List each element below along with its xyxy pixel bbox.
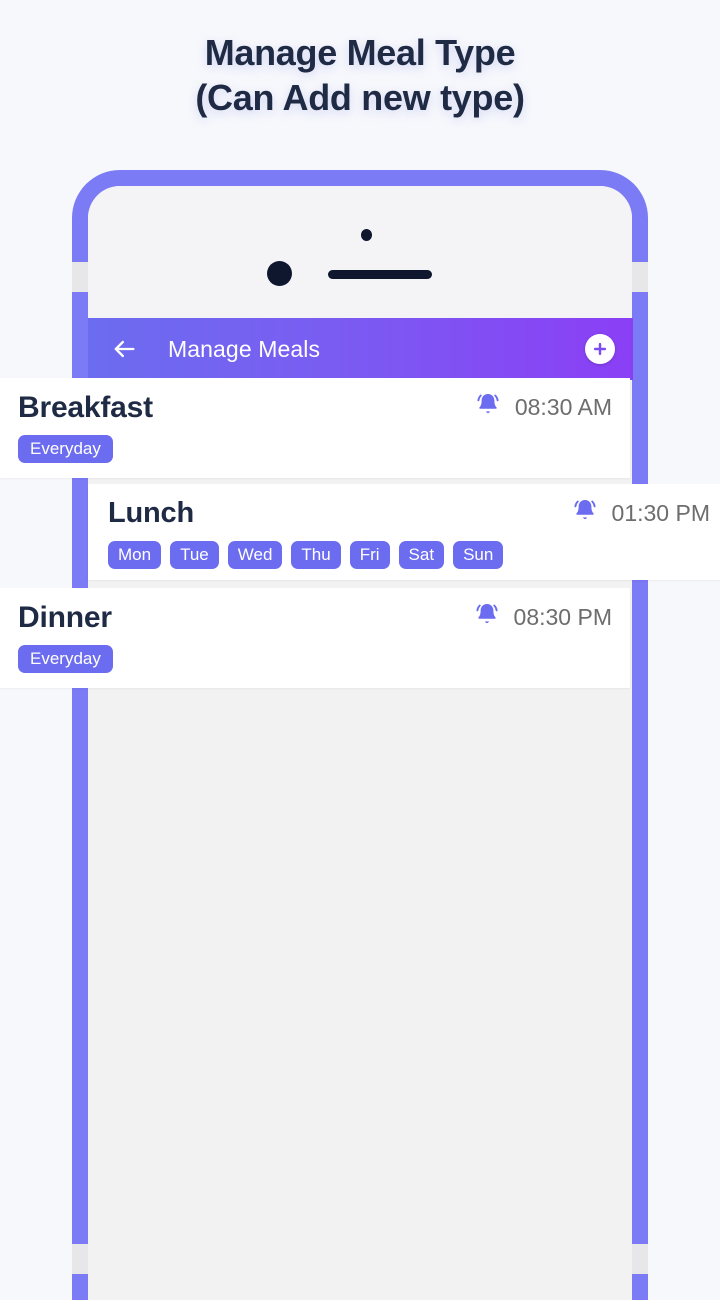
frame-button-notch-left-top	[72, 262, 88, 292]
schedule-chip-mon[interactable]: Mon	[108, 541, 162, 569]
phone-top-bezel	[88, 186, 632, 318]
meal-time-group: 08:30 PM	[472, 600, 612, 635]
app-bar-title: Manage Meals	[168, 335, 321, 362]
meal-time: 08:30 AM	[514, 394, 612, 420]
meal-card-dinner[interactable]: Dinner 08:30 PM Everyday	[0, 588, 630, 688]
frame-button-notch-left-bottom	[72, 1244, 88, 1274]
add-meal-button[interactable]	[585, 334, 615, 364]
bell-icon	[473, 390, 503, 425]
meal-schedule-chips: Mon Tue Wed Thu Fri Sat Sun	[108, 541, 710, 569]
bell-icon	[472, 600, 502, 635]
schedule-chip-fri[interactable]: Fri	[349, 541, 390, 569]
sensor-dot-icon	[361, 229, 372, 241]
meal-time-group: 01:30 PM	[570, 496, 710, 531]
meal-time: 01:30 PM	[611, 500, 710, 526]
speaker-bar-icon	[328, 270, 432, 279]
schedule-chip-tue[interactable]: Tue	[170, 541, 219, 569]
schedule-chip[interactable]: Everyday	[18, 645, 113, 673]
meal-schedule-chips: Everyday	[18, 645, 612, 673]
schedule-chip-sun[interactable]: Sun	[453, 541, 504, 569]
meal-card-breakfast[interactable]: Breakfast 08:30 AM Everyday	[0, 378, 630, 478]
meal-name: Lunch	[108, 497, 194, 529]
page-title: Manage Meal Type (Can Add new type)	[0, 30, 720, 120]
schedule-chip-wed[interactable]: Wed	[227, 541, 283, 569]
meal-schedule-chips: Everyday	[18, 435, 612, 463]
schedule-chip-thu[interactable]: Thu	[291, 541, 341, 569]
arrow-left-icon[interactable]	[110, 335, 138, 363]
meal-card-header: Breakfast 08:30 AM	[18, 390, 612, 425]
bell-icon	[570, 496, 600, 531]
meal-time-group: 08:30 AM	[473, 390, 612, 425]
camera-dot-icon	[267, 261, 292, 286]
meal-card-lunch[interactable]: Lunch 01:30 PM Mon Tue Wed Thu Fri Sat S…	[88, 484, 720, 580]
frame-button-notch-right-bottom	[632, 1244, 648, 1274]
page-title-line-1: Manage Meal Type	[204, 32, 516, 73]
schedule-chip-sat[interactable]: Sat	[398, 541, 445, 569]
page-title-line-2: (Can Add new type)	[195, 77, 525, 118]
meal-card-header: Dinner 08:30 PM	[18, 600, 612, 635]
schedule-chip[interactable]: Everyday	[18, 435, 113, 463]
meal-card-header: Lunch 01:30 PM	[108, 496, 710, 531]
app-bar: Manage Meals	[88, 318, 633, 380]
meal-time: 08:30 PM	[513, 604, 612, 630]
frame-button-notch-right-top	[632, 262, 648, 292]
meal-name: Dinner	[18, 600, 112, 634]
meal-name: Breakfast	[18, 390, 153, 424]
